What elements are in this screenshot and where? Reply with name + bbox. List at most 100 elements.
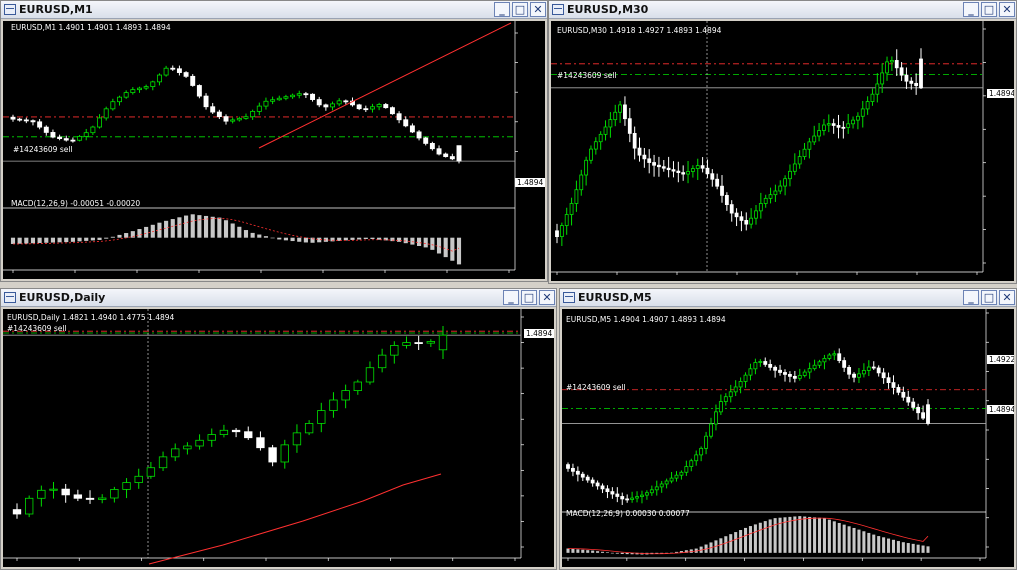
current-price-label: 1.4894 xyxy=(515,178,545,187)
macd-histogram-bar xyxy=(144,226,149,238)
macd-histogram-bar xyxy=(290,237,295,242)
chart-canvas[interactable] xyxy=(562,309,1014,567)
macd-histogram-bar xyxy=(625,552,629,555)
macd-histogram-bar xyxy=(223,220,229,238)
macd-histogram-bar xyxy=(837,522,841,553)
candle-body xyxy=(555,230,559,237)
candle-body xyxy=(365,367,375,383)
candle-body xyxy=(268,447,277,463)
close-button[interactable]: ✕ xyxy=(999,290,1015,305)
candle-body xyxy=(674,474,679,479)
candle-body xyxy=(123,92,129,98)
minimize-button[interactable]: _ xyxy=(963,2,979,17)
candle-body xyxy=(851,119,855,125)
candle-body xyxy=(195,439,204,447)
candle-body xyxy=(837,353,842,361)
candle-body xyxy=(926,404,930,424)
close-button[interactable]: ✕ xyxy=(530,2,546,17)
candle-body xyxy=(236,117,242,121)
macd-histogram-bar xyxy=(317,237,322,243)
minimize-button[interactable]: _ xyxy=(494,2,510,17)
candle-body xyxy=(792,163,797,172)
candle-body xyxy=(196,85,202,97)
macd-histogram-bar xyxy=(330,237,335,242)
candle-body xyxy=(276,97,282,101)
order-label: #14243609 sell xyxy=(7,324,67,333)
candle-body xyxy=(699,447,704,456)
macd-histogram-bar xyxy=(887,538,891,553)
price-chart-m30[interactable]: EURUSD,M30 1.4918 1.4927 1.4893 1.4894 #… xyxy=(551,21,1014,281)
candle-body xyxy=(390,345,399,356)
minimize-button[interactable]: _ xyxy=(963,290,979,305)
window-title: EURUSD,Daily xyxy=(19,291,106,304)
macd-histogram-bar xyxy=(724,536,728,553)
titlebar[interactable]: EURUSD,M30 _ □ ✕ xyxy=(549,1,1016,19)
macd-histogram-bar xyxy=(416,237,422,247)
close-button[interactable]: ✕ xyxy=(999,2,1015,17)
maximize-button[interactable]: □ xyxy=(981,2,997,17)
candle-body xyxy=(566,464,570,469)
macd-histogram-bar xyxy=(423,237,428,248)
candle-body xyxy=(156,74,162,83)
chart-window-m5[interactable]: EURUSD,M5 _ □ ✕ EURUSD,M5 1.4904 1.4907 … xyxy=(559,288,1017,570)
ohlc-info: EURUSD,Daily 1.4821 1.4940 1.4775 1.4894 xyxy=(7,313,175,322)
candle-body xyxy=(733,386,738,393)
titlebar[interactable]: EURUSD,M1 _ □ ✕ xyxy=(1,1,547,19)
macd-label: MACD(12,26,9) 0.00030 0.00077 xyxy=(566,509,690,518)
candle-body xyxy=(724,194,729,205)
candle-body xyxy=(580,473,585,478)
titlebar[interactable]: EURUSD,Daily _ □ ✕ xyxy=(1,289,556,307)
close-button[interactable]: ✕ xyxy=(539,290,555,305)
chart-window-daily[interactable]: EURUSD,Daily _ □ ✕ EURUSD,Daily 1.4821 1… xyxy=(0,288,557,570)
macd-histogram-bar xyxy=(450,237,455,261)
macd-histogram-bar xyxy=(97,237,102,240)
maximize-button[interactable]: □ xyxy=(512,2,528,17)
candle-body xyxy=(110,489,119,499)
candle-body xyxy=(644,492,649,496)
candle-body xyxy=(409,125,415,133)
chart-window-m30[interactable]: EURUSD,M30 _ □ ✕ EURUSD,M30 1.4918 1.492… xyxy=(548,0,1017,284)
chart-canvas[interactable] xyxy=(551,21,1014,281)
candle-body xyxy=(623,104,627,120)
chart-canvas[interactable] xyxy=(3,21,545,279)
chart-window-icon xyxy=(4,4,16,15)
macd-histogram-bar xyxy=(817,517,822,553)
candle-body xyxy=(207,434,216,441)
macd-histogram-bar xyxy=(397,237,402,242)
candle-body xyxy=(143,86,149,89)
candle-body xyxy=(695,165,700,169)
ohlc-info: EURUSD,M30 1.4918 1.4927 1.4893 1.4894 xyxy=(557,26,722,35)
minimize-button[interactable]: _ xyxy=(503,290,519,305)
candle-body xyxy=(590,479,595,484)
current-price-label: 1.4894 xyxy=(987,405,1014,414)
candle-body xyxy=(792,375,797,379)
chart-window-m1[interactable]: EURUSD,M1 _ □ ✕ EURUSD,M1 1.4901 1.4901 … xyxy=(0,0,548,282)
titlebar[interactable]: EURUSD,M5 _ □ ✕ xyxy=(560,289,1016,307)
candle-body xyxy=(778,369,782,373)
candle-body xyxy=(714,411,718,425)
maximize-button[interactable]: □ xyxy=(521,290,537,305)
candle-body xyxy=(203,95,209,108)
maximize-button[interactable]: □ xyxy=(981,290,997,305)
macd-histogram-bar xyxy=(600,551,605,553)
candle-body xyxy=(230,119,236,122)
macd-histogram-bar xyxy=(916,544,920,553)
macd-histogram-bar xyxy=(857,529,861,553)
chart-canvas[interactable] xyxy=(3,309,554,567)
candle-body xyxy=(256,105,262,112)
price-chart-m1[interactable]: EURUSD,M1 1.4901 1.4901 1.4893 1.4894 #1… xyxy=(3,21,545,279)
price-chart-m5[interactable]: EURUSD,M5 1.4904 1.4907 1.4893 1.4894 #1… xyxy=(562,309,1014,567)
macd-histogram-bar xyxy=(872,534,876,553)
candle-body xyxy=(37,489,46,499)
price-chart-daily[interactable]: EURUSD,Daily 1.4821 1.4940 1.4775 1.4894… xyxy=(3,309,554,567)
macd-histogram-bar xyxy=(436,237,442,254)
macd-histogram-bar xyxy=(901,542,905,553)
macd-histogram-bar xyxy=(571,548,575,553)
candle-body xyxy=(585,476,590,481)
candle-body xyxy=(758,361,763,363)
candle-body xyxy=(909,80,914,84)
candle-body xyxy=(77,136,83,141)
macd-histogram-bar xyxy=(243,230,249,238)
candle-body xyxy=(403,119,409,127)
candle-body xyxy=(826,123,831,126)
